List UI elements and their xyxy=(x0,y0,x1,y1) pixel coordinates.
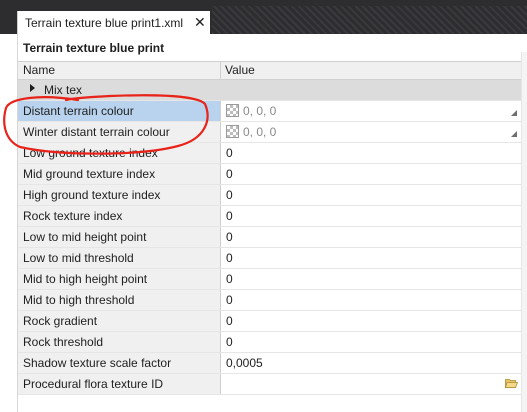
property-row[interactable]: Mid to high height point 0 xyxy=(18,269,527,290)
tab-strip-background xyxy=(212,6,527,34)
property-name-cell[interactable]: Mid ground texture index xyxy=(18,164,220,184)
property-name: Rock texture index xyxy=(23,209,123,223)
property-row[interactable]: Shadow texture scale factor 0,0005 xyxy=(18,353,527,374)
document-tab[interactable]: Terrain texture blue print1.xml ✕ xyxy=(17,11,210,34)
property-grid: Name Value Mix tex Distant terrain colou… xyxy=(18,61,527,395)
property-name-cell[interactable]: Low to mid threshold xyxy=(18,248,220,268)
property-value-cell[interactable]: 0 xyxy=(221,185,521,205)
property-name-cell[interactable]: Low ground texture index xyxy=(18,143,220,163)
property-name-cell[interactable]: Mid to high threshold xyxy=(18,290,220,310)
property-value[interactable]: 0, 0, 0 xyxy=(243,125,276,139)
property-row[interactable]: Rock threshold 0 xyxy=(18,332,527,353)
expand-arrow-icon[interactable] xyxy=(30,84,35,92)
property-name: Procedural flora texture ID xyxy=(23,377,164,391)
property-name: Shadow texture scale factor xyxy=(23,356,172,370)
property-name-cell[interactable]: Procedural flora texture ID xyxy=(18,374,220,394)
property-row[interactable]: Rock texture index 0 xyxy=(18,206,527,227)
property-name: Winter distant terrain colour xyxy=(23,125,170,139)
property-value[interactable]: 0 xyxy=(226,209,233,223)
property-name: Rock threshold xyxy=(23,335,104,349)
value-column-header[interactable]: Value xyxy=(225,63,255,77)
property-value[interactable]: 0 xyxy=(226,188,233,202)
property-row[interactable]: Low ground texture index 0 xyxy=(18,143,527,164)
property-row[interactable]: Distant terrain colour 0, 0, 0 xyxy=(18,101,527,122)
property-value-cell[interactable] xyxy=(221,374,521,394)
property-rows: Distant terrain colour 0, 0, 0 Winter dist… xyxy=(18,101,527,395)
property-value-cell[interactable]: 0,0005 xyxy=(221,353,521,373)
column-divider[interactable] xyxy=(220,62,221,79)
property-value-cell[interactable]: 0 xyxy=(221,311,521,331)
property-name: Low to mid height point xyxy=(23,230,147,244)
property-name-cell[interactable]: Winter distant terrain colour xyxy=(18,122,220,142)
property-value-cell[interactable]: 0 xyxy=(221,269,521,289)
property-row[interactable]: Procedural flora texture ID xyxy=(18,374,527,395)
property-row[interactable]: Rock gradient 0 xyxy=(18,311,527,332)
property-name: Low ground texture index xyxy=(23,146,158,160)
property-value[interactable]: 0 xyxy=(226,293,233,307)
property-value[interactable]: 0, 0, 0 xyxy=(243,104,276,118)
property-name: Distant terrain colour xyxy=(23,104,134,118)
group-label: Mix tex xyxy=(44,83,83,97)
property-value[interactable]: 0 xyxy=(226,230,233,244)
property-value[interactable]: 0 xyxy=(226,314,233,328)
property-value-cell[interactable]: 0 xyxy=(221,143,521,163)
property-row[interactable]: Low to mid height point 0 xyxy=(18,227,527,248)
property-row[interactable]: High ground texture index 0 xyxy=(18,185,527,206)
property-name-cell[interactable]: Mid to high height point xyxy=(18,269,220,289)
property-row[interactable]: Mid ground texture index 0 xyxy=(18,164,527,185)
property-name-cell[interactable]: Distant terrain colour xyxy=(18,101,220,121)
property-value-cell[interactable]: 0, 0, 0 xyxy=(221,122,521,142)
property-value[interactable]: 0 xyxy=(226,335,233,349)
close-icon[interactable]: ✕ xyxy=(194,14,206,30)
property-value-cell[interactable]: 0 xyxy=(221,227,521,247)
document-tab-title[interactable]: Terrain texture blue print1.xml xyxy=(25,16,183,30)
property-panel: Terrain texture blue print Name Value Mi… xyxy=(17,34,527,412)
property-name: Mid to high height point xyxy=(23,272,148,286)
property-name-cell[interactable]: Low to mid height point xyxy=(18,227,220,247)
property-name: Mid to high threshold xyxy=(23,293,135,307)
property-row[interactable]: Mid to high threshold 0 xyxy=(18,290,527,311)
group-row-mix-tex[interactable]: Mix tex xyxy=(18,80,527,101)
property-name-cell[interactable]: Rock gradient xyxy=(18,311,220,331)
folder-open-icon[interactable] xyxy=(505,378,518,388)
property-name: Rock gradient xyxy=(23,314,98,328)
grid-header: Name Value xyxy=(18,61,527,80)
property-name-cell[interactable]: Rock texture index xyxy=(18,206,220,226)
property-row[interactable]: Winter distant terrain colour 0, 0, 0 xyxy=(18,122,527,143)
name-column-header[interactable]: Name xyxy=(23,63,55,77)
property-name-cell[interactable]: Shadow texture scale factor xyxy=(18,353,220,373)
property-name: Mid ground texture index xyxy=(23,167,156,181)
property-name: High ground texture index xyxy=(23,188,161,202)
property-name-cell[interactable]: Rock threshold xyxy=(18,332,220,352)
property-value-cell[interactable]: 0 xyxy=(221,164,521,184)
property-value[interactable]: 0 xyxy=(226,272,233,286)
panel-title: Terrain texture blue print xyxy=(23,41,165,55)
property-value-cell[interactable]: 0 xyxy=(221,206,521,226)
property-value-cell[interactable]: 0, 0, 0 xyxy=(221,101,521,121)
vertical-scrollbar[interactable] xyxy=(521,52,527,412)
property-name-cell[interactable]: High ground texture index xyxy=(18,185,220,205)
dropdown-corner-icon[interactable] xyxy=(511,131,517,137)
property-row[interactable]: Low to mid threshold 0 xyxy=(18,248,527,269)
title-bar: Terrain texture blue print1.xml ✕ xyxy=(0,0,527,34)
property-value-cell[interactable]: 0 xyxy=(221,290,521,310)
color-swatch-icon[interactable] xyxy=(226,104,239,117)
property-value[interactable]: 0,0005 xyxy=(226,356,263,370)
dropdown-corner-icon[interactable] xyxy=(511,110,517,116)
property-value[interactable]: 0 xyxy=(226,146,233,160)
property-value[interactable]: 0 xyxy=(226,167,233,181)
property-name: Low to mid threshold xyxy=(23,251,134,265)
property-value-cell[interactable]: 0 xyxy=(221,332,521,352)
color-swatch-icon[interactable] xyxy=(226,125,239,138)
property-value[interactable]: 0 xyxy=(226,251,233,265)
property-value-cell[interactable]: 0 xyxy=(221,248,521,268)
